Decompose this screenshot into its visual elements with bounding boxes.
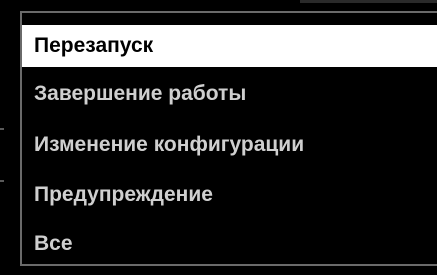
screen: Перезапуск Завершение работы Изменение к… xyxy=(0,0,437,275)
background-tick xyxy=(0,128,4,130)
background-tick xyxy=(0,180,4,182)
menu-item-shutdown[interactable]: Завершение работы xyxy=(22,73,437,115)
menu-item-all[interactable]: Все xyxy=(22,223,437,265)
background-line xyxy=(300,0,437,3)
menu-item-restart[interactable]: Перезапуск xyxy=(22,25,437,67)
menu-item-config-change[interactable]: Изменение конфигурации xyxy=(22,124,437,166)
dropdown-menu: Перезапуск Завершение работы Изменение к… xyxy=(20,11,437,266)
menu-item-warning[interactable]: Предупреждение xyxy=(22,174,437,216)
